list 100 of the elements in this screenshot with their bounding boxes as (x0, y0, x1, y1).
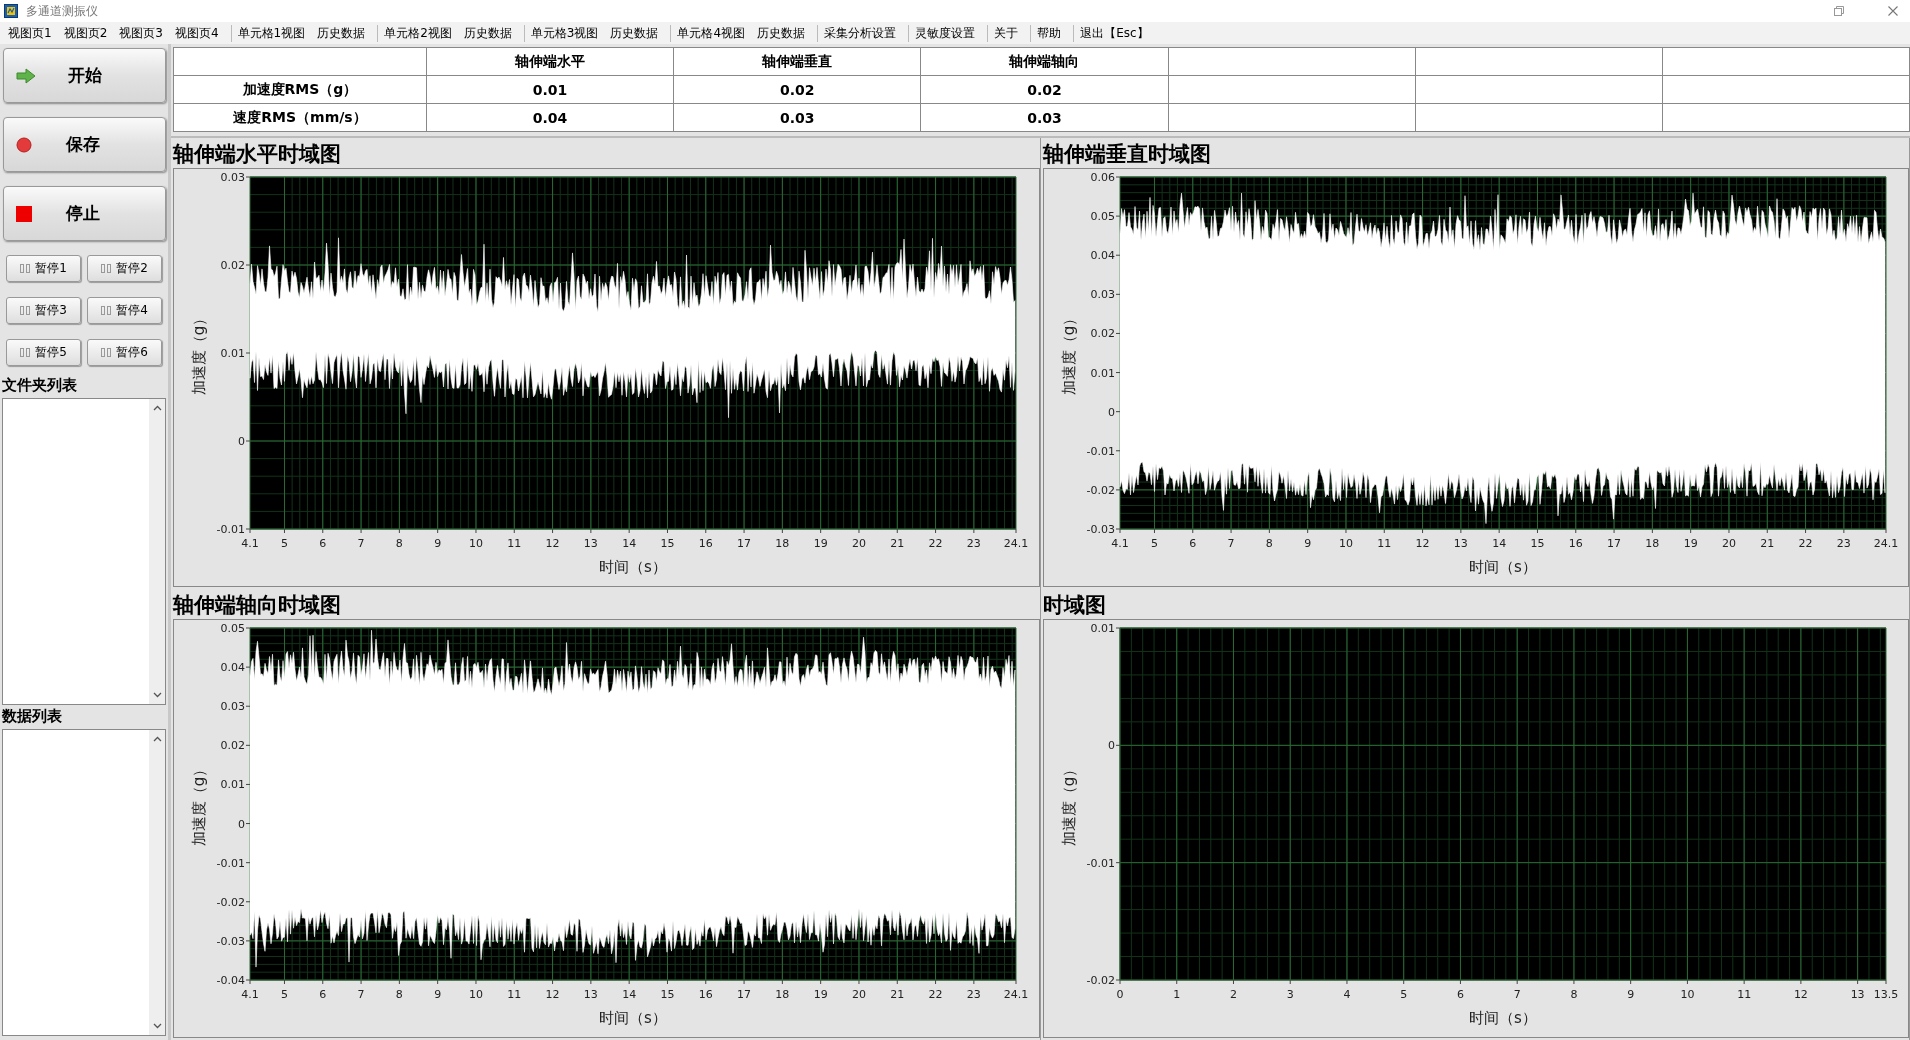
x-tick-label: 2 (1229, 988, 1237, 1001)
menu-item[interactable]: 单元格2视图 (384, 24, 452, 42)
y-tick-label: 0.01 (1090, 622, 1115, 635)
x-tick-label: 12 (1793, 988, 1808, 1001)
scroll-up-icon[interactable] (152, 405, 162, 411)
close-icon[interactable] (1888, 6, 1898, 16)
x-tick-label: 8 (1265, 537, 1273, 550)
x-tick-label: 15 (660, 988, 675, 1001)
x-tick-label: 7 (357, 537, 365, 550)
scroll-down-icon[interactable] (152, 692, 162, 698)
menu-item[interactable]: 视图页4 (174, 24, 219, 42)
x-tick-label: 17 (737, 988, 752, 1001)
menu-item[interactable]: 单元格3视图 (530, 24, 599, 42)
x-tick-label: 15 (1529, 537, 1544, 550)
x-axis-label: 时间（s） (1468, 558, 1537, 576)
menu-item[interactable]: 帮助 (1037, 24, 1062, 42)
x-tick-label: 17 (737, 537, 752, 550)
save-button[interactable]: 保存 (3, 117, 166, 172)
pause-icon (20, 306, 31, 315)
x-tick-label: 5 (280, 988, 288, 1001)
x-tick-label: 14 (622, 537, 637, 550)
menu-item[interactable]: 历史数据 (317, 24, 366, 42)
y-tick-label: -0.02 (216, 895, 245, 909)
pause-button[interactable]: 暂停3 (6, 297, 81, 324)
x-tick-label: 22 (1798, 537, 1813, 550)
table-cell: 0.02 (920, 76, 1168, 103)
scrollbar[interactable] (149, 399, 165, 704)
x-tick-label: 11 (1736, 988, 1751, 1001)
table-cell: 0.01 (426, 76, 674, 103)
x-tick-label: 7 (357, 988, 365, 1001)
y-tick-label: 0.01 (220, 778, 245, 792)
menu-item[interactable]: 视图页1 (8, 24, 52, 42)
menu-item[interactable]: 视图页3 (119, 24, 163, 42)
y-tick-label: 0 (1107, 405, 1115, 419)
x-tick-label: 12 (545, 537, 560, 550)
menu-item[interactable]: 灵敏度设置 (915, 24, 976, 42)
scroll-up-icon[interactable] (152, 736, 162, 742)
y-tick-label: -0.01 (1086, 856, 1115, 870)
chart-title: 时域图 (1041, 592, 1107, 619)
x-tick-label: 11 (507, 537, 522, 550)
app-icon (4, 4, 18, 18)
stop-button[interactable]: 停止 (3, 186, 166, 241)
y-tick-label: 0 (238, 435, 245, 448)
menu-item[interactable]: 关于 (994, 24, 1019, 42)
y-tick-label: 0.03 (220, 171, 245, 184)
x-tick-label: 21 (890, 537, 905, 550)
scroll-down-icon[interactable] (152, 1023, 162, 1029)
pause-button[interactable]: 暂停6 (87, 339, 162, 366)
x-tick-label: 21 (890, 988, 905, 1001)
column-header: 轴伸端轴向 (920, 48, 1168, 75)
restore-icon[interactable] (1834, 6, 1844, 16)
y-tick-label: -0.03 (1086, 523, 1115, 536)
x-tick-label: 22 (928, 537, 943, 550)
y-axis-label: 加速度（g） (1059, 310, 1078, 396)
x-tick-label: 13 (583, 537, 598, 550)
window-title: 多通道测振仪 (26, 2, 98, 20)
x-tick-label: 13 (1850, 988, 1865, 1001)
chart-title: 轴伸端垂直时域图 (1041, 141, 1212, 168)
x-tick-label: 22 (928, 988, 943, 1001)
menu-item[interactable]: 单元格4视图 (677, 24, 746, 42)
scrollbar[interactable] (149, 730, 165, 1035)
x-tick-label: 0 (1116, 988, 1123, 1001)
menu-item[interactable]: 退出【Esc】 (1080, 24, 1149, 42)
x-tick-label: 10 (1679, 988, 1694, 1001)
pause-button[interactable]: 暂停5 (6, 339, 81, 366)
x-tick-label: 23 (1836, 537, 1851, 550)
y-tick-label: -0.02 (1086, 974, 1115, 987)
pause-button[interactable]: 暂停1 (6, 255, 81, 282)
chart-title: 轴伸端轴向时域图 (171, 592, 342, 619)
x-tick-label: 19 (1683, 537, 1698, 550)
x-tick-label: 9 (434, 537, 442, 550)
menu-item[interactable]: 历史数据 (463, 24, 512, 42)
menu-item[interactable]: 历史数据 (757, 24, 806, 42)
menu-item[interactable]: 单元格1视图 (237, 24, 306, 42)
table-cell: 0.03 (673, 104, 921, 131)
row-header: 加速度RMS（g） (241, 79, 359, 99)
menu-item[interactable]: 历史数据 (610, 24, 659, 42)
pause-icon (101, 306, 112, 315)
column-header: 轴伸端垂直 (673, 48, 921, 75)
x-tick-label: 11 (1376, 537, 1391, 550)
x-tick-label: 19 (813, 988, 828, 1001)
x-tick-label: 24.1 (1873, 537, 1898, 550)
x-tick-label: 6 (1456, 988, 1464, 1001)
menu-item[interactable]: 视图页2 (63, 24, 108, 42)
x-tick-label: 9 (1626, 988, 1634, 1001)
pause-button[interactable]: 暂停2 (87, 255, 162, 282)
pause-button[interactable]: 暂停4 (87, 297, 162, 324)
x-tick-label: 5 (1399, 988, 1407, 1001)
start-button[interactable]: 开始 (3, 48, 166, 103)
y-tick-label: 0.05 (220, 622, 245, 635)
x-tick-label: 14 (1491, 537, 1506, 550)
x-tick-label: 7 (1513, 988, 1521, 1001)
x-tick-label: 16 (1568, 537, 1583, 550)
y-axis-label: 加速度（g） (190, 761, 208, 847)
menu-item[interactable]: 采集分析设置 (824, 24, 897, 42)
x-tick-label: 20 (851, 988, 866, 1001)
arrow-icon (16, 67, 36, 84)
x-tick-label: 12 (545, 988, 560, 1001)
x-tick-label: 4.1 (241, 537, 259, 550)
x-tick-label: 14 (622, 988, 637, 1001)
